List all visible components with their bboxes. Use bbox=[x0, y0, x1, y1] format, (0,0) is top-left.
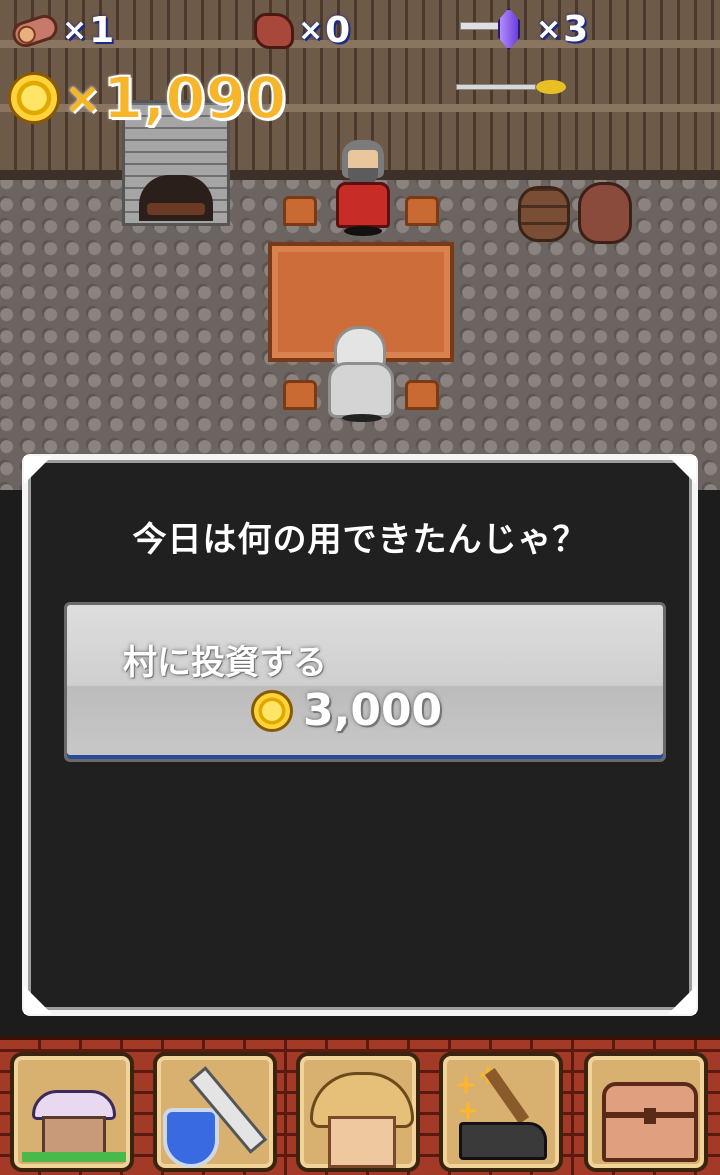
dialog-corner bbox=[668, 986, 696, 1014]
player-shadow bbox=[342, 414, 382, 422]
gold-coin-icon bbox=[251, 689, 293, 732]
hud-crystal-counter: × 3 bbox=[460, 8, 588, 50]
village-elder-npc[interactable] bbox=[334, 140, 392, 238]
ore-icon bbox=[254, 12, 294, 49]
hud-ore-counter: × 0 bbox=[254, 10, 350, 51]
dialog-message: 今日は何の用できたんじゃ？ bbox=[132, 520, 588, 560]
crystal-count: 3 bbox=[563, 8, 589, 50]
hud-wood-counter: × 1 bbox=[9, 10, 115, 51]
game-scene: × 1 × 0 × 3 × 1,090 bbox=[0, 0, 720, 490]
shopkeeper-icon bbox=[310, 1072, 414, 1168]
crystal-sword-icon bbox=[460, 8, 532, 50]
house-grass bbox=[22, 1152, 126, 1162]
multiplier-sign: × bbox=[536, 11, 562, 47]
player-cloak bbox=[328, 362, 394, 418]
bottom-menu-bar: + + + bbox=[0, 1036, 720, 1175]
stool bbox=[283, 196, 317, 226]
multiplier-sign: × bbox=[298, 13, 324, 48]
wood-count: 1 bbox=[89, 10, 115, 51]
wall-sword-decoration bbox=[456, 80, 566, 94]
clay-pot bbox=[578, 182, 632, 244]
menu-equipment-button[interactable] bbox=[153, 1052, 277, 1172]
sword-guard bbox=[536, 80, 566, 94]
shield-icon bbox=[163, 1108, 219, 1168]
multiplier-sign: × bbox=[64, 72, 101, 124]
barrel bbox=[518, 186, 570, 242]
multiplier-sign: × bbox=[62, 13, 88, 48]
gold-count: 1,090 bbox=[102, 63, 287, 133]
crystal-gem bbox=[498, 8, 520, 50]
hammer-icon bbox=[484, 1067, 530, 1125]
dialog-corner bbox=[24, 986, 52, 1014]
invest-cost: 3,000 bbox=[251, 685, 442, 736]
elder-feet bbox=[344, 226, 382, 236]
stool bbox=[405, 196, 439, 226]
fireplace-logs bbox=[147, 203, 205, 215]
invest-in-village-button[interactable]: 村に投資する 3,000 bbox=[64, 602, 666, 762]
hud-gold-counter: × 1,090 bbox=[8, 63, 287, 133]
crystal-blade bbox=[460, 22, 504, 30]
invest-label: 村に投資する bbox=[123, 643, 327, 683]
stool bbox=[283, 380, 317, 410]
menu-forge-button[interactable]: + + + bbox=[439, 1052, 563, 1172]
menu-shop-button[interactable] bbox=[296, 1052, 420, 1172]
elder-robe bbox=[336, 182, 390, 228]
menu-storage-button[interactable] bbox=[584, 1052, 708, 1172]
dialog-window: 今日は何の用できたんじゃ？ 村に投資する 3,000 bbox=[22, 454, 698, 1016]
sword-blade bbox=[456, 84, 536, 90]
dialog-corner bbox=[24, 456, 52, 484]
invest-price: 3,000 bbox=[303, 685, 443, 736]
stool bbox=[405, 380, 439, 410]
house-wall bbox=[42, 1116, 106, 1156]
wood-log-icon bbox=[9, 11, 61, 50]
anvil-icon bbox=[459, 1122, 547, 1160]
dialog-corner bbox=[668, 456, 696, 484]
ore-count: 0 bbox=[325, 10, 351, 51]
gold-coin-icon bbox=[8, 72, 60, 124]
shopkeeper-face bbox=[328, 1116, 396, 1168]
treasure-chest-icon bbox=[602, 1082, 698, 1162]
menu-village-button[interactable] bbox=[10, 1052, 134, 1172]
house-icon bbox=[22, 1090, 126, 1162]
player-character bbox=[326, 326, 398, 424]
